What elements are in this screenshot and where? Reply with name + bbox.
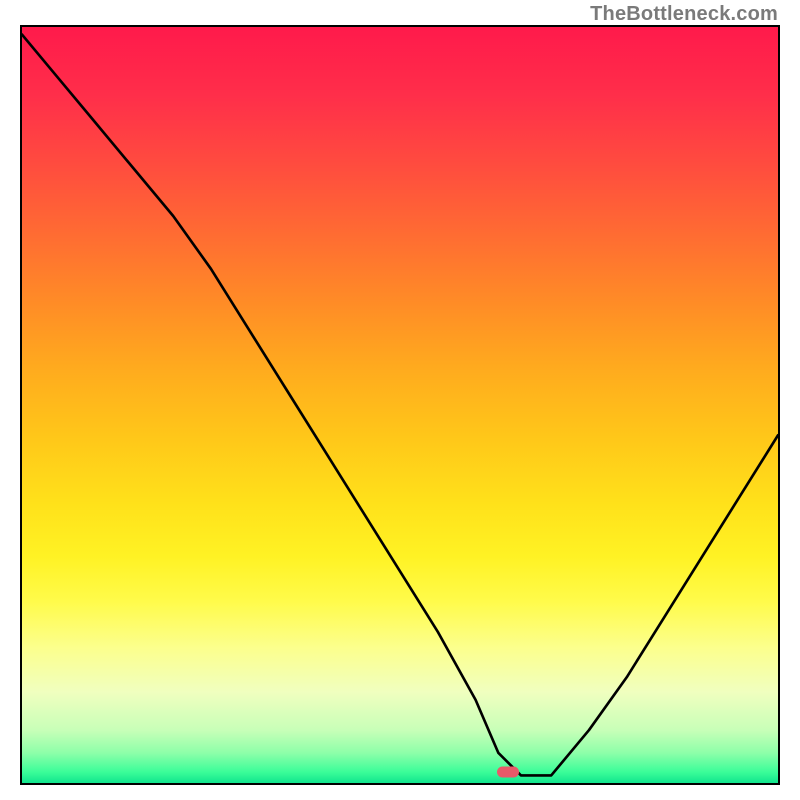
plot-area bbox=[20, 25, 780, 785]
optimum-marker bbox=[497, 766, 519, 777]
bottleneck-curve bbox=[22, 27, 778, 783]
watermark-text: TheBottleneck.com bbox=[590, 3, 778, 26]
